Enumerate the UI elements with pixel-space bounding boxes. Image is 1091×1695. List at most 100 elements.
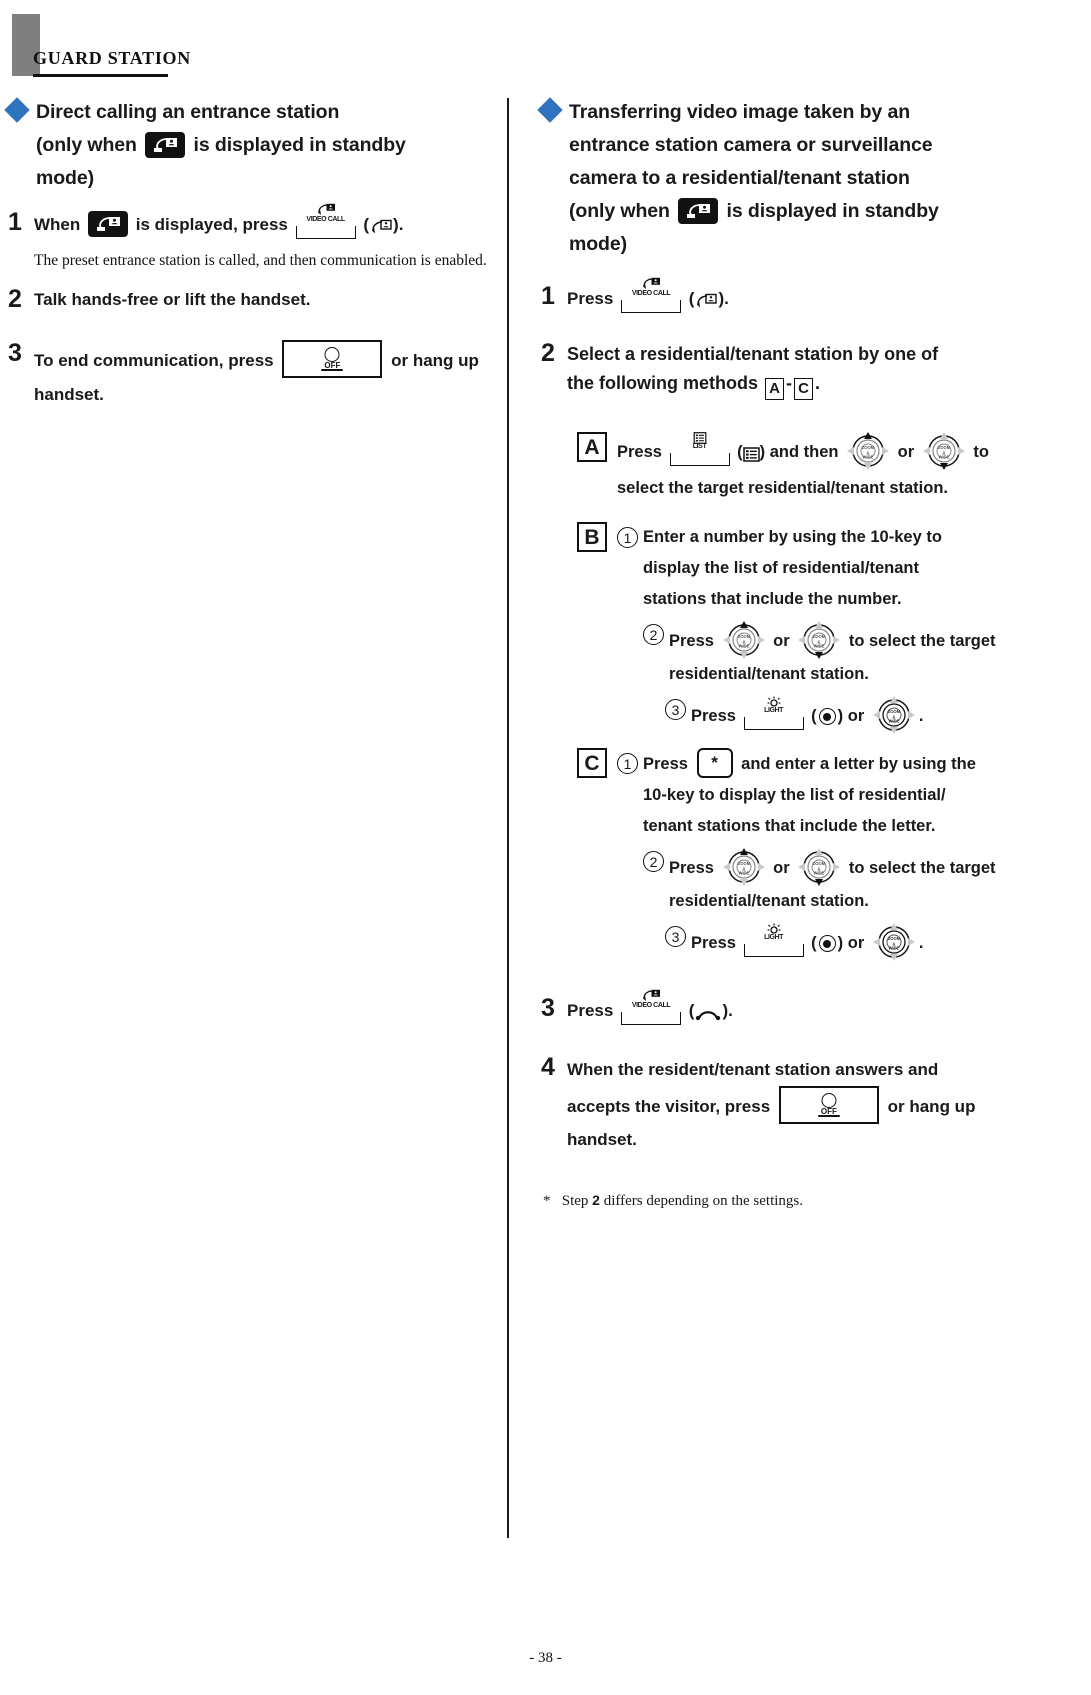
circled-number-2: 2 <box>643 624 664 645</box>
left-section-heading: Direct calling an entrance station (only… <box>4 96 488 195</box>
enter-symbol-icon <box>818 708 836 725</box>
nav-wheel-up-icon[interactable]: ZOOM & WIDE <box>722 619 766 659</box>
right-step-4-line2-prefix: accepts the visitor, press <box>567 1097 771 1116</box>
left-heading-line1: Direct calling an entrance station <box>36 101 340 123</box>
method-c-sub-1-suffix: and enter a letter by using the <box>741 755 976 773</box>
nav-wheel-down-icon[interactable]: ZOOM & WIDE <box>922 430 966 470</box>
method-range-dash: - <box>786 373 793 393</box>
left-step-1-mid: is displayed, press <box>135 215 288 234</box>
svg-text:ZOOM: ZOOM <box>737 861 750 866</box>
method-b-sub-2-prefix: Press <box>669 632 714 650</box>
off-key[interactable]: OFF <box>282 340 383 378</box>
list-key-icon <box>693 424 706 455</box>
running-head: GUARD STATION <box>33 48 191 68</box>
light-key-label: LIGHT <box>764 707 784 714</box>
light-key-icon <box>767 688 781 719</box>
right-step-3-prefix: Press <box>567 1001 614 1020</box>
method-c-sub-3-paren-open: ( <box>811 934 817 952</box>
nav-wheel-down-icon[interactable]: ZOOM & WIDE <box>797 619 841 659</box>
svg-text:WIDE: WIDE <box>738 644 749 649</box>
method-b-sub-3-paren-close: ) <box>837 707 844 725</box>
right-step-4-line1: When the resident/tenant station answers… <box>567 1060 939 1079</box>
method-b-sub-3-paren-open: ( <box>811 707 817 725</box>
list-key-label: LIST <box>692 443 707 450</box>
star-key[interactable]: * <box>696 748 733 778</box>
svg-text:ZOOM: ZOOM <box>937 445 950 450</box>
method-c-sub-1: 1 Press * and enter a letter by using th… <box>617 748 1075 842</box>
off-key[interactable]: OFF <box>778 1086 879 1124</box>
left-step-3-prefix: To end communication, press <box>34 351 274 370</box>
svg-text:ZOOM: ZOOM <box>813 861 826 866</box>
method-c-sub-2-text: Press ZOOM & WIDE or ZOOM & WIDE to sele… <box>669 846 1075 917</box>
left-step-3-number: 3 <box>8 339 22 367</box>
method-c: C 1 Press * and enter a letter by using … <box>541 746 1075 961</box>
nav-wheel-down-icon[interactable]: ZOOM & WIDE <box>797 846 841 886</box>
method-c-sub-1-text: Press * and enter a letter by using the … <box>643 748 1075 842</box>
footnote: * Step 2 differs depending on the settin… <box>543 1190 1075 1212</box>
method-b-sub-3-prefix: Press <box>691 707 736 725</box>
method-c-sub-2-suffix: to select the target <box>848 859 996 877</box>
header-underline <box>33 74 168 77</box>
video-call-key[interactable]: VIDEO CALL <box>621 277 682 313</box>
right-heading-line2: entrance station camera or surveillance <box>569 134 933 156</box>
method-c-sub-3-suffix: . <box>918 934 924 952</box>
nav-wheel-up-icon[interactable]: ZOOM & WIDE <box>846 430 890 470</box>
light-key[interactable]: LIGHT <box>743 696 804 730</box>
method-b-sub-2: 2 Press ZOOM & WIDE or ZOOM & WIDE to se… <box>617 619 1075 690</box>
off-key-ring-icon <box>821 1093 837 1108</box>
diamond-bullet-icon <box>537 97 563 123</box>
right-heading-line1: Transferring video image taken by an <box>569 101 911 123</box>
method-c-sub-2-prefix: Press <box>669 859 714 877</box>
method-b-sub-1: 1 Enter a number by using the 10-key to … <box>617 522 1075 615</box>
nav-wheel-center-icon[interactable]: ZOOM & WIDE <box>872 694 916 734</box>
right-step-2: 2 Select a residential/tenant station by… <box>541 340 1075 400</box>
right-step-3-suffix: ). <box>722 1001 733 1020</box>
nav-wheel-center-icon[interactable]: ZOOM & WIDE <box>872 921 916 961</box>
method-c-sub-3: 3 Press LIGHT () or ZOOM & WIDE . <box>617 921 1075 961</box>
video-call-key-label: VIDEO CALL <box>631 290 671 297</box>
video-call-symbol-icon <box>695 290 718 318</box>
star-key-label: * <box>711 753 718 772</box>
light-key-rect <box>743 717 804 730</box>
left-heading-line3: mode) <box>36 167 95 189</box>
method-c-sub-2-line2: residential/tenant station. <box>669 892 869 910</box>
method-c-sub-1-line2: 10-key to display the list of residentia… <box>643 786 946 804</box>
light-key-label: LIGHT <box>764 934 784 941</box>
svg-text:WIDE: WIDE <box>738 871 749 876</box>
method-b-sub-1-text: Enter a number by using the 10-key to di… <box>643 522 1075 615</box>
right-heading-line3: camera to a residential/tenant station <box>569 167 910 189</box>
svg-text:WIDE: WIDE <box>863 455 874 460</box>
method-c-sub-3-paren-close: ) <box>837 934 844 952</box>
right-step-4-body: When the resident/tenant station answers… <box>567 1054 1075 1156</box>
right-column: Transferring video image taken by an ent… <box>515 96 1075 1212</box>
list-key[interactable]: LIST <box>669 432 730 466</box>
video-call-standby-badge-icon <box>88 211 129 237</box>
video-call-key[interactable]: VIDEO CALL <box>295 203 356 239</box>
method-letter-a-ref: A <box>765 378 785 400</box>
right-step-2-period: . <box>815 373 821 393</box>
light-key[interactable]: LIGHT <box>743 923 804 957</box>
video-call-key[interactable]: VIDEO CALL <box>621 989 682 1025</box>
left-step-3: 3 To end communication, press OFF or han… <box>8 340 488 412</box>
light-key-rect <box>743 944 804 957</box>
circled-number-2: 2 <box>643 851 664 872</box>
left-step-2-body: Talk hands-free or lift the handset. <box>34 290 311 309</box>
method-c-sub-3-prefix: Press <box>691 934 736 952</box>
method-a-line1-mid: ) and then <box>759 443 839 461</box>
method-letter-c-ref: C <box>794 378 814 400</box>
right-step-1: 1 Press VIDEO CALL (). <box>541 277 1075 318</box>
left-heading-text: Direct calling an entrance station (only… <box>36 96 406 195</box>
right-step-1-number: 1 <box>541 282 555 310</box>
right-step-1-prefix: Press <box>567 289 614 308</box>
enter-symbol-icon <box>818 935 836 952</box>
nav-wheel-up-icon[interactable]: ZOOM & WIDE <box>722 846 766 886</box>
method-b-sub-2-text: Press ZOOM & WIDE or ZOOM & WIDE to sele… <box>669 619 1075 690</box>
right-step-4: 4 When the resident/tenant station answe… <box>541 1054 1075 1156</box>
method-b-sub-1-line2: display the list of residential/tenant <box>643 559 919 577</box>
method-c-letter: C <box>577 748 607 778</box>
off-key-ring-icon <box>324 347 340 362</box>
method-c-sub-3-or: or <box>847 934 865 952</box>
svg-text:WIDE: WIDE <box>938 455 949 460</box>
method-b-sub-3: 3 Press LIGHT () or ZOOM & WIDE . <box>617 694 1075 734</box>
column-divider <box>507 98 509 1538</box>
